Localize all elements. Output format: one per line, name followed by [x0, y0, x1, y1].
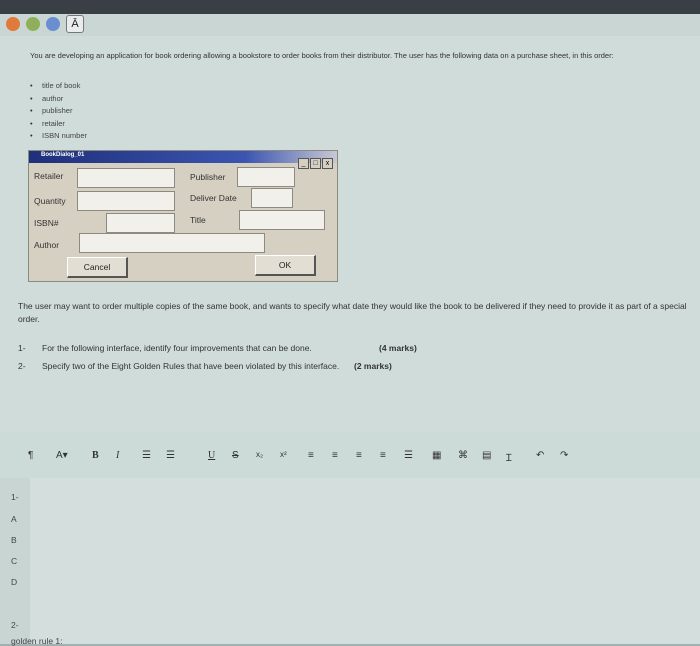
title-field[interactable] — [239, 210, 325, 230]
table-icon[interactable]: ▤ — [482, 450, 491, 461]
window-controls: _ □ x — [297, 152, 333, 170]
author-label: Author — [34, 240, 60, 250]
link-icon[interactable]: ⌘ — [458, 450, 468, 461]
paragraph-icon[interactable]: ¶ — [28, 450, 33, 461]
tab-strip — [0, 14, 700, 36]
author-field[interactable] — [79, 233, 265, 253]
isbn-field[interactable] — [106, 213, 175, 233]
close-icon[interactable]: x — [322, 158, 333, 169]
question-marks: (2 marks) — [354, 361, 392, 371]
maximize-icon[interactable]: □ — [310, 158, 321, 169]
align-left-icon[interactable]: ≡ — [308, 450, 314, 461]
publisher-label: Publisher — [190, 172, 226, 182]
answer-line: D — [11, 577, 18, 587]
a-icon[interactable]: Ā — [66, 15, 84, 33]
align-center-icon[interactable]: ≡ — [332, 450, 338, 461]
font-color-icon[interactable]: A▾ — [56, 450, 68, 461]
redo-icon[interactable]: ↷ — [560, 450, 568, 461]
question-number: 1- — [18, 343, 26, 353]
app-icon[interactable] — [26, 17, 40, 31]
dialog-titlebar[interactable]: BookDialog_01 _ □ x — [29, 151, 337, 169]
deliver-date-field[interactable] — [251, 188, 293, 208]
superscript-button[interactable]: x² — [280, 450, 287, 459]
bullet-item: ISBN number — [30, 130, 87, 143]
italic-button[interactable]: I — [116, 450, 119, 461]
undo-icon[interactable]: ↶ — [536, 450, 544, 461]
align-right-icon[interactable]: ≡ — [356, 450, 362, 461]
answer-line: 2- — [11, 620, 19, 630]
editor-toolbar — [0, 432, 700, 478]
bullet-item: author — [30, 93, 87, 106]
data-bullet-list: title of book author publisher retailer … — [30, 80, 87, 143]
question-number: 2- — [18, 361, 26, 371]
retailer-field[interactable] — [77, 168, 175, 188]
answer-line: C — [11, 556, 18, 566]
publisher-field[interactable] — [237, 167, 295, 187]
cancel-button[interactable]: Cancel — [67, 257, 128, 278]
bold-button[interactable]: B — [92, 450, 99, 461]
browser-top-bar — [0, 0, 700, 14]
numbered-list-icon[interactable]: ☰ — [166, 450, 175, 461]
question-marks: (4 marks) — [379, 343, 417, 353]
intro-text: You are developing an application for bo… — [30, 51, 614, 60]
subscript-button[interactable]: x₂ — [256, 450, 263, 459]
question-text: For the following interface, identify fo… — [42, 343, 312, 353]
app-icon[interactable] — [6, 17, 20, 31]
dialog-title: BookDialog_01 — [41, 152, 85, 158]
bullet-item: title of book — [30, 80, 87, 93]
question-text: Specify two of the Eight Golden Rules th… — [42, 361, 340, 371]
image-icon[interactable]: ▦ — [432, 450, 441, 461]
justify-icon[interactable]: ≡ — [380, 450, 386, 461]
strikethrough-button[interactable]: S — [232, 450, 239, 461]
retailer-label: Retailer — [34, 171, 64, 181]
title-label: Title — [190, 215, 206, 225]
answer-line: 1- — [11, 492, 19, 502]
bullet-item: publisher — [30, 105, 87, 118]
deliver-date-label: Deliver Date — [190, 193, 237, 203]
ok-button[interactable]: OK — [255, 255, 316, 276]
minimize-icon[interactable]: _ — [298, 158, 309, 169]
answer-editor[interactable] — [0, 478, 700, 644]
answer-line: A — [11, 514, 17, 524]
underline-button[interactable]: U — [208, 450, 215, 461]
indent-icon[interactable]: ☰ — [404, 450, 413, 461]
quantity-field[interactable] — [77, 191, 175, 211]
scenario-text: The user may want to order multiple copi… — [18, 301, 687, 324]
answer-line: golden rule 1: — [11, 636, 63, 646]
app-icon[interactable] — [46, 17, 60, 31]
book-dialog: BookDialog_01 _ □ x Retailer Quantity ISBN… — [28, 150, 338, 282]
quantity-label: Quantity — [34, 196, 66, 206]
isbn-label: ISBN# — [34, 218, 59, 228]
bullet-list-icon[interactable]: ☰ — [142, 450, 151, 461]
bullet-item: retailer — [30, 118, 87, 131]
answer-line: B — [11, 535, 17, 545]
clear-format-icon[interactable]: Ɪ — [506, 450, 512, 464]
